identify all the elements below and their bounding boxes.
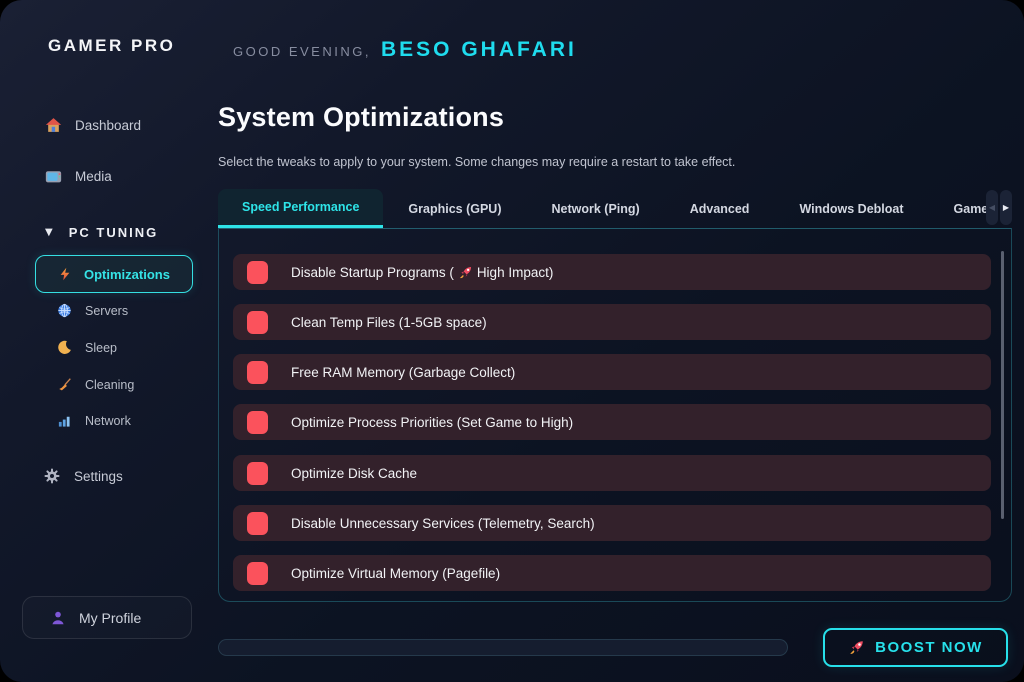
sidebar-item-label: Cleaning (85, 378, 134, 392)
globe-icon (57, 303, 72, 318)
optimization-checkbox[interactable] (247, 311, 268, 334)
optimization-label: Optimize Process Priorities (Set Game to… (291, 415, 573, 430)
vertical-scrollbar[interactable] (1001, 251, 1004, 519)
optimization-row-process-priorities[interactable]: Optimize Process Priorities (Set Game to… (233, 404, 991, 440)
tab-bar: Speed Performance Graphics (GPU) Network… (218, 189, 990, 228)
greeting: GOOD EVENING, BESO GHAFARI (233, 38, 577, 62)
rocket-icon (848, 639, 865, 656)
bolt-icon (58, 266, 72, 282)
optimization-row-disk-cache[interactable]: Optimize Disk Cache (233, 455, 991, 491)
optimization-checkbox[interactable] (247, 462, 268, 485)
my-profile-label: My Profile (79, 610, 141, 626)
rocket-icon (458, 265, 473, 280)
sidebar-section-label: PC TUNING (69, 225, 159, 240)
sidebar-item-label: Sleep (85, 341, 117, 355)
optimization-row-free-ram[interactable]: Free RAM Memory (Garbage Collect) (233, 354, 991, 390)
sidebar-item-network[interactable]: Network (57, 413, 131, 428)
sidebar-section-pc-tuning[interactable]: ▼ PC TUNING (45, 225, 158, 240)
sidebar-item-label: Optimizations (84, 267, 170, 282)
optimization-label: Disable Startup Programs ( High Impact) (291, 265, 553, 280)
bars-icon (57, 413, 72, 428)
tab-scroll-left-button[interactable]: ◀ (986, 190, 998, 225)
app-window: GAMER PRO Dashboard Media ▼ PC TUNING Op… (0, 0, 1024, 682)
sidebar-item-label: Servers (85, 304, 128, 318)
page-title: System Optimizations (218, 102, 504, 133)
horizontal-scrollbar[interactable] (218, 639, 788, 656)
boost-now-label: BOOST NOW (875, 639, 983, 656)
sidebar-item-cleaning[interactable]: Cleaning (57, 377, 134, 392)
sidebar-item-label: Settings (74, 469, 123, 484)
optimization-row-virtual-memory[interactable]: Optimize Virtual Memory (Pagefile) (233, 555, 991, 591)
tab-advanced[interactable]: Advanced (665, 189, 775, 228)
sidebar-item-media[interactable]: Media (45, 168, 112, 185)
optimization-label: Optimize Disk Cache (291, 466, 417, 481)
boost-now-button[interactable]: BOOST NOW (823, 628, 1008, 667)
optimization-label: Free RAM Memory (Garbage Collect) (291, 365, 515, 380)
tv-icon (45, 168, 62, 185)
broom-icon (57, 377, 72, 392)
sidebar-item-settings[interactable]: Settings (44, 468, 123, 485)
tab-speed-performance[interactable]: Speed Performance (218, 189, 383, 228)
sidebar-item-optimizations[interactable]: Optimizations (35, 255, 193, 293)
username: BESO GHAFARI (381, 38, 577, 62)
sidebar-item-label: Network (85, 414, 131, 428)
triangle-down-icon: ▼ (45, 227, 55, 238)
optimization-label: Clean Temp Files (1-5GB space) (291, 315, 487, 330)
sidebar-item-dashboard[interactable]: Dashboard (45, 117, 141, 134)
optimization-label: Disable Unnecessary Services (Telemetry,… (291, 516, 595, 531)
optimization-checkbox[interactable] (247, 512, 268, 535)
optimization-checkbox[interactable] (247, 562, 268, 585)
tab-graphics-gpu[interactable]: Graphics (GPU) (383, 189, 526, 228)
optimization-row-clean-temp[interactable]: Clean Temp Files (1-5GB space) (233, 304, 991, 340)
optimization-row-disable-startup[interactable]: Disable Startup Programs ( High Impact) (233, 254, 991, 290)
sidebar-item-sleep[interactable]: Sleep (57, 340, 117, 355)
optimization-row-disable-services[interactable]: Disable Unnecessary Services (Telemetry,… (233, 505, 991, 541)
optimizations-panel: Disable Startup Programs ( High Impact) … (218, 228, 1012, 602)
my-profile-button[interactable]: My Profile (22, 596, 192, 639)
chevron-right-icon: ▶ (1003, 203, 1009, 212)
person-icon (50, 610, 66, 626)
greeting-text: GOOD EVENING, (233, 44, 371, 59)
tab-game-specific[interactable]: Game Specific (929, 189, 990, 228)
sidebar-item-label: Dashboard (75, 118, 141, 133)
tab-scroll-right-button[interactable]: ▶ (1000, 190, 1012, 225)
gear-icon (44, 468, 61, 485)
tab-windows-debloat[interactable]: Windows Debloat (774, 189, 928, 228)
moon-icon (57, 340, 72, 355)
tab-network-ping[interactable]: Network (Ping) (527, 189, 665, 228)
page-subtitle: Select the tweaks to apply to your syste… (218, 155, 735, 169)
house-icon (45, 117, 62, 134)
optimization-checkbox[interactable] (247, 261, 268, 284)
chevron-left-icon: ◀ (989, 203, 995, 212)
sidebar-item-label: Media (75, 169, 112, 184)
app-logo: GAMER PRO (48, 36, 175, 56)
optimization-label: Optimize Virtual Memory (Pagefile) (291, 566, 500, 581)
sidebar-item-servers[interactable]: Servers (57, 303, 128, 318)
optimization-checkbox[interactable] (247, 411, 268, 434)
optimization-checkbox[interactable] (247, 361, 268, 384)
